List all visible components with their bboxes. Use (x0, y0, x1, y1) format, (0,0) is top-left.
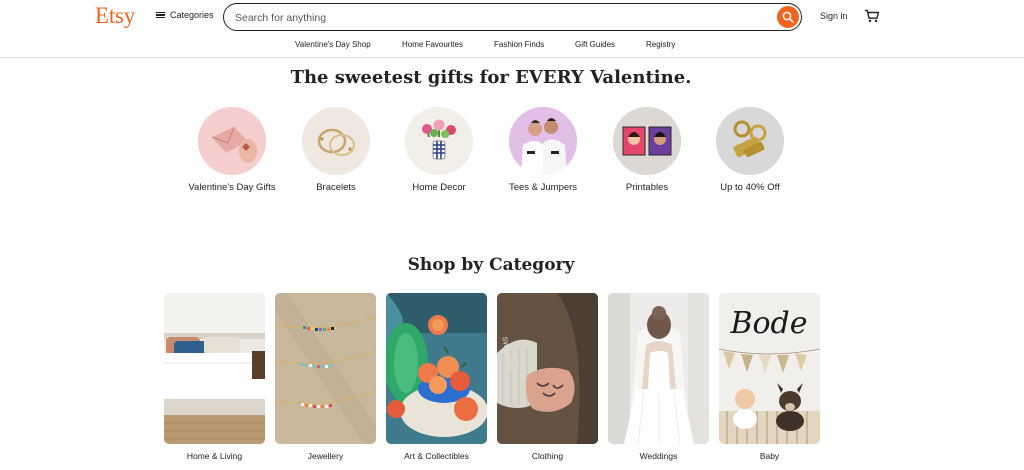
site-header: Etsy Categories Sign in (0, 0, 1024, 34)
category-card-baby[interactable]: Bode Baby (719, 293, 820, 461)
category-label: Weddings (639, 451, 678, 461)
nav-item-fashion-finds[interactable]: Fashion Finds (494, 40, 544, 49)
circle-item-tees-jumpers[interactable]: Tees & Jumpers (491, 107, 595, 194)
category-card-clothing[interactable]: SWEATER Clothing (497, 293, 598, 461)
clothing-image: SWEATER (497, 293, 598, 444)
art-collectibles-image (386, 293, 487, 444)
categories-menu-button[interactable]: Categories (156, 10, 214, 20)
search-button[interactable] (777, 6, 799, 28)
jewellery-image (275, 293, 376, 444)
category-card-home-living[interactable]: Home & Living (164, 293, 265, 461)
category-card-weddings[interactable]: Weddings (608, 293, 709, 461)
etsy-logo[interactable]: Etsy (95, 3, 135, 29)
circle-label: Home Decor (412, 182, 466, 193)
home-decor-image (405, 107, 473, 175)
circle-label: Bracelets (316, 182, 356, 193)
hamburger-icon (156, 11, 165, 19)
circle-label: Valentine's Day Gifts (188, 182, 276, 193)
bracelets-image (302, 107, 370, 175)
category-label: Baby (759, 451, 780, 461)
circle-item-home-decor[interactable]: Home Decor (387, 107, 491, 194)
circle-item-up-to-40-off[interactable]: Up to 40% Off (698, 107, 802, 194)
nav-item-home-favourites[interactable]: Home Favourites (402, 40, 463, 49)
cart-icon[interactable] (864, 8, 880, 24)
printables-image (613, 107, 681, 175)
circle-item-bracelets[interactable]: Bracelets (284, 107, 388, 194)
search-input[interactable] (235, 10, 755, 25)
categories-label: Categories (170, 10, 214, 20)
nav-item-registry[interactable]: Registry (646, 40, 675, 49)
discount-image (716, 107, 784, 175)
sign-in-link[interactable]: Sign in (820, 11, 848, 21)
circle-item-printables[interactable]: Printables (595, 107, 699, 194)
category-label: Home & Living (186, 451, 243, 461)
tees-jumpers-image (509, 107, 577, 175)
hero-title: The sweetest gifts for EVERY Valentine. (290, 67, 692, 88)
nav-item-gift-guides[interactable]: Gift Guides (575, 40, 615, 49)
valentines-gift-image (198, 107, 266, 175)
weddings-image (608, 293, 709, 444)
category-label: Art & Collectibles (404, 451, 469, 461)
search-icon (782, 11, 794, 23)
circle-label: Up to 40% Off (720, 182, 780, 193)
nav-item-valentines-day-shop[interactable]: Valentine's Day Shop (295, 40, 371, 49)
search-bar (223, 3, 802, 31)
top-nav: Valentine's Day Shop Home Favourites Fas… (0, 35, 1024, 58)
shop-by-category-title: Shop by Category (407, 255, 575, 275)
home-living-image (164, 293, 265, 444)
baby-sign-text: Bode (729, 306, 807, 341)
circle-label: Tees & Jumpers (508, 182, 578, 193)
category-card-art-collectibles[interactable]: Art & Collectibles (386, 293, 487, 461)
circle-label: Printables (625, 182, 669, 193)
category-label: Jewellery (307, 451, 344, 461)
baby-image: Bode (719, 293, 820, 444)
circle-item-valentines-day-gifts[interactable]: Valentine's Day Gifts (180, 107, 284, 194)
category-card-jewellery[interactable]: Jewellery (275, 293, 376, 461)
category-label: Clothing (531, 451, 564, 461)
